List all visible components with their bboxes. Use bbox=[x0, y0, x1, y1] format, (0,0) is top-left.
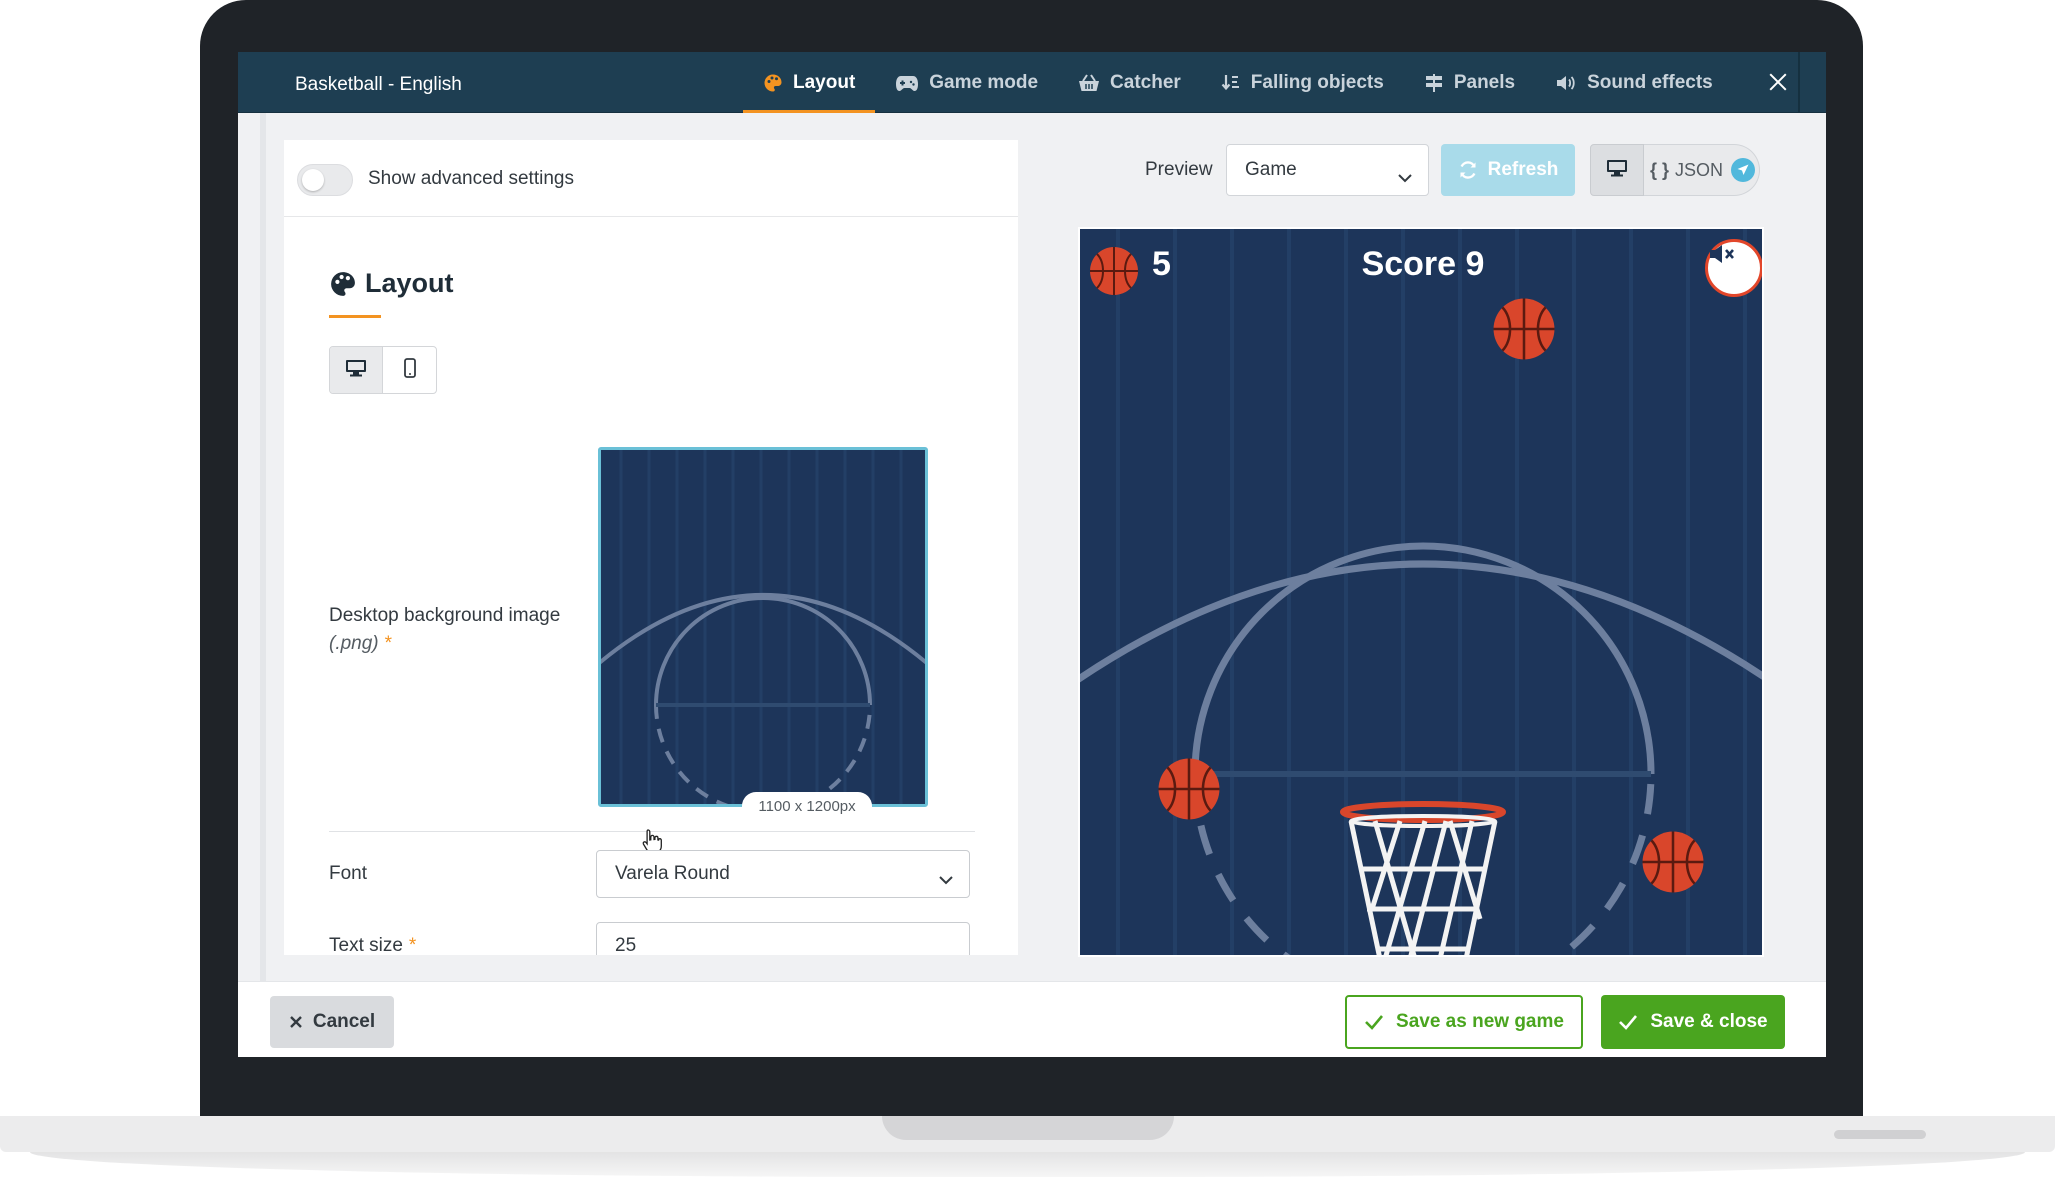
score-display: Score 9 bbox=[1361, 245, 1485, 283]
tab-catcher-label: Catcher bbox=[1110, 71, 1181, 93]
close-icon[interactable] bbox=[1764, 68, 1792, 96]
tab-layout-label: Layout bbox=[793, 71, 856, 93]
gamepad-icon bbox=[895, 74, 919, 92]
laptop-base-shadow bbox=[30, 1152, 2025, 1177]
laptop-notch bbox=[882, 1116, 1174, 1140]
view-switch: { } JSON bbox=[1590, 144, 1760, 196]
braces-icon: { } bbox=[1650, 159, 1670, 180]
cancel-button[interactable]: Cancel bbox=[270, 996, 394, 1048]
chevron-down-icon bbox=[935, 863, 957, 909]
stage: Basketball - English Layout Game mode Ca… bbox=[0, 0, 2055, 1184]
image-dimensions: 1100 x 1200px bbox=[742, 792, 872, 822]
text-size-input[interactable]: 25 bbox=[596, 922, 970, 955]
palette-icon bbox=[329, 270, 357, 298]
check-icon bbox=[1618, 1014, 1638, 1030]
title-underline bbox=[329, 315, 381, 318]
advanced-settings-toggle[interactable] bbox=[297, 164, 353, 196]
font-select-value: Varela Round bbox=[615, 863, 730, 884]
background-image-label: Desktop background image (.png) * bbox=[329, 602, 560, 658]
mobile-icon bbox=[403, 357, 416, 383]
background-image-hint: (.png) bbox=[329, 633, 379, 654]
signpost-icon bbox=[1424, 73, 1444, 93]
background-image-label-text: Desktop background image bbox=[329, 605, 561, 626]
desktop-preview-button[interactable] bbox=[1590, 144, 1644, 196]
top-bar: Basketball - English Layout Game mode Ca… bbox=[238, 52, 1826, 113]
basket-icon bbox=[1078, 73, 1100, 93]
preview-mode-value: Game bbox=[1245, 159, 1297, 180]
tab-game-mode-label: Game mode bbox=[929, 71, 1039, 93]
mobile-view-button[interactable] bbox=[383, 347, 436, 393]
text-size-label-text: Text size bbox=[329, 935, 403, 955]
tab-layout[interactable]: Layout bbox=[743, 52, 876, 113]
palette-icon bbox=[763, 73, 783, 93]
settings-panel: Show advanced settings Layout Desktop ba… bbox=[284, 140, 1018, 955]
check-icon bbox=[1364, 1014, 1384, 1030]
topbar-divider bbox=[1798, 52, 1800, 113]
game-preview[interactable]: 5 Score 9 bbox=[1078, 227, 1764, 957]
refresh-icon bbox=[1458, 160, 1478, 180]
mute-button[interactable] bbox=[1705, 239, 1762, 297]
required-mark: * bbox=[408, 935, 417, 955]
font-label: Font bbox=[329, 863, 368, 884]
preview-mode-select[interactable]: Game bbox=[1226, 144, 1429, 196]
desktop-view-button[interactable] bbox=[330, 347, 384, 393]
tab-sound-effects[interactable]: Sound effects bbox=[1535, 52, 1733, 113]
side-strip bbox=[260, 113, 266, 1033]
required-mark: * bbox=[384, 633, 393, 654]
save-as-new-label: Save as new game bbox=[1396, 1011, 1564, 1032]
cancel-label: Cancel bbox=[312, 1011, 376, 1032]
desktop-icon bbox=[345, 359, 367, 382]
tab-panels-label: Panels bbox=[1453, 71, 1516, 93]
app-window: Basketball - English Layout Game mode Ca… bbox=[238, 52, 1826, 1057]
tab-falling-objects[interactable]: Falling objects bbox=[1201, 52, 1404, 113]
tab-catcher[interactable]: Catcher bbox=[1058, 52, 1201, 113]
refresh-label: Refresh bbox=[1487, 159, 1559, 180]
app-title: Basketball - English bbox=[295, 74, 462, 95]
json-label: JSON bbox=[1675, 159, 1724, 180]
court-thumbnail bbox=[601, 450, 925, 804]
advanced-settings-label: Show advanced settings bbox=[368, 168, 574, 189]
sort-down-icon bbox=[1221, 73, 1241, 93]
advanced-settings-row: Show advanced settings bbox=[284, 140, 1018, 217]
desktop-icon bbox=[1606, 159, 1628, 182]
section-title-text: Layout bbox=[365, 268, 454, 298]
tab-falling-objects-label: Falling objects bbox=[1250, 71, 1384, 93]
background-image-preview[interactable] bbox=[598, 447, 928, 807]
chevron-down-icon bbox=[1394, 159, 1416, 209]
section-title: Layout bbox=[329, 268, 454, 299]
save-and-close-label: Save & close bbox=[1650, 1011, 1768, 1032]
save-and-close-button[interactable]: Save & close bbox=[1601, 995, 1785, 1049]
tab-sound-effects-label: Sound effects bbox=[1587, 71, 1713, 93]
font-select[interactable]: Varela Round bbox=[596, 850, 970, 898]
refresh-button[interactable]: Refresh bbox=[1441, 144, 1575, 196]
rocket-icon bbox=[1731, 158, 1756, 182]
preview-label: Preview bbox=[1145, 159, 1213, 180]
text-size-label: Text size * bbox=[329, 935, 416, 955]
device-toggle bbox=[329, 346, 437, 394]
tab-panels[interactable]: Panels bbox=[1404, 52, 1535, 113]
tab-game-mode[interactable]: Game mode bbox=[875, 52, 1058, 113]
bottom-bar bbox=[238, 981, 1826, 1057]
tab-bar: Layout Game mode Catcher Falling objects… bbox=[743, 52, 1733, 113]
save-as-new-button[interactable]: Save as new game bbox=[1345, 995, 1583, 1049]
volume-icon bbox=[1555, 73, 1577, 93]
laptop-foot bbox=[1834, 1130, 1926, 1139]
close-icon bbox=[289, 1015, 303, 1029]
json-button[interactable]: { } JSON bbox=[1644, 144, 1760, 196]
